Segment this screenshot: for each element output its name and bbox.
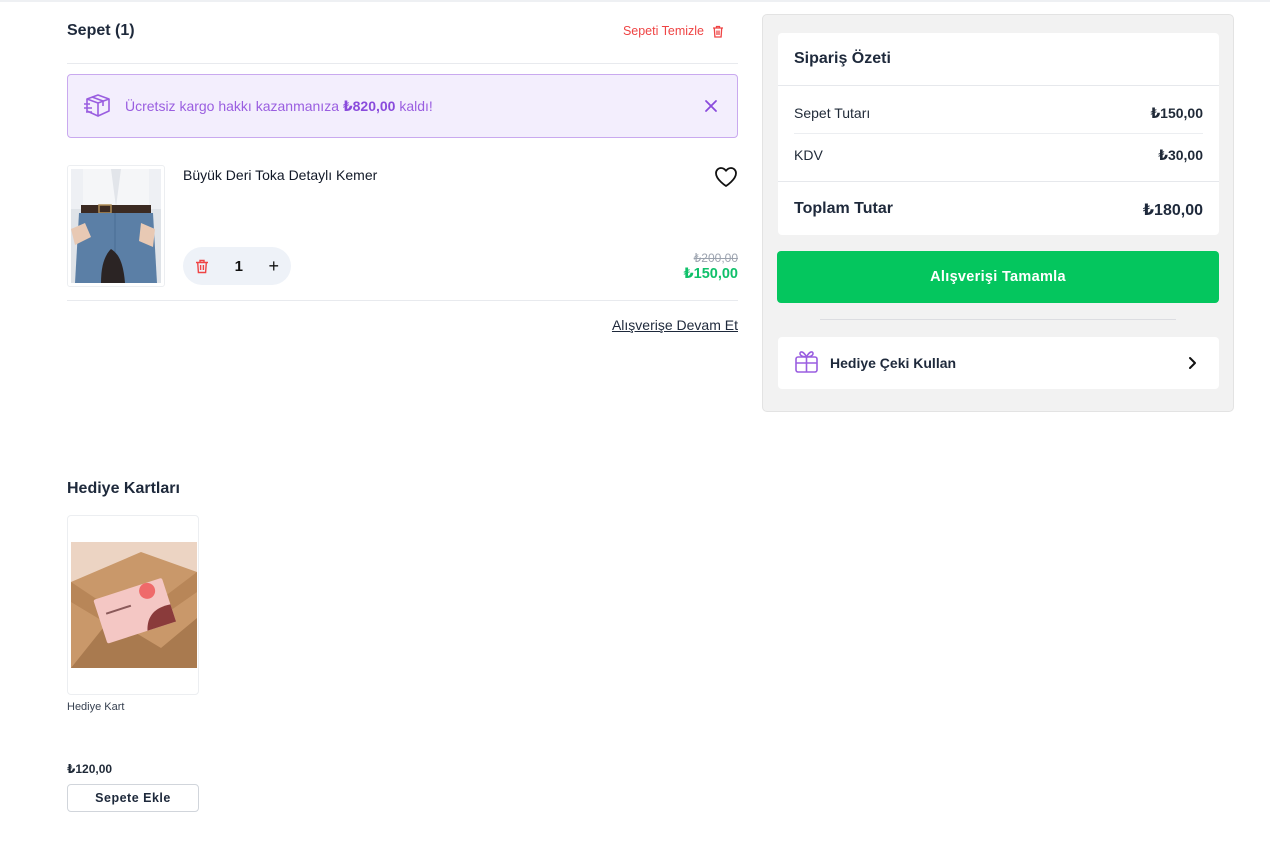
summary-row-tax: KDV ₺30,00: [794, 147, 1203, 164]
checkout-button[interactable]: Alışverişi Tamamla: [777, 251, 1219, 303]
gift-card-price: ₺120,00: [67, 762, 113, 776]
cart-header: Sepet (1) Sepeti Temizle: [67, 14, 738, 64]
close-icon[interactable]: [703, 98, 719, 114]
add-to-cart-button[interactable]: Sepete Ekle: [67, 784, 199, 812]
summary-row-label: KDV: [794, 147, 823, 163]
heart-icon[interactable]: [714, 166, 738, 188]
cart-section: Sepet (1) Sepeti Temizle Ücretsiz kargo …: [67, 14, 738, 301]
divider: [778, 181, 1219, 182]
summary-row-label: Sepet Tutarı: [794, 105, 871, 121]
product-price: ₺150,00: [683, 266, 738, 282]
gift-voucher-label: Hediye Çeki Kullan: [830, 355, 957, 371]
top-divider: [0, 0, 1270, 2]
trash-icon: [713, 25, 723, 38]
continue-shopping-link[interactable]: Alışverişe Devam Et: [612, 317, 738, 333]
order-summary-title: Sipariş Özeti: [794, 50, 891, 67]
gift-cards-title: Hediye Kartları: [67, 480, 180, 497]
shipping-remaining-amount: ₺820,00: [342, 98, 396, 114]
clear-cart-label: Sepeti Temizle: [622, 24, 704, 38]
divider: [778, 85, 1219, 86]
gift-card-image: [71, 542, 197, 668]
chevron-right-icon: [1189, 357, 1196, 369]
divider: [820, 319, 1176, 320]
product-photo: [71, 169, 161, 283]
product-image[interactable]: [67, 165, 165, 287]
summary-row-value: ₺150,00: [1150, 105, 1203, 121]
cart-item: Büyük Deri Toka Detaylı Kemer 1 + ₺200,0…: [67, 138, 738, 301]
product-old-price: ₺200,00: [693, 251, 738, 265]
free-shipping-banner: Ücretsiz kargo hakkı kazanmanıza ₺820,00…: [67, 74, 738, 138]
summary-total-label: Toplam Tutar: [794, 200, 893, 217]
quantity-increase-button[interactable]: +: [268, 257, 279, 275]
gift-icon: [795, 351, 818, 373]
use-gift-voucher-button[interactable]: Hediye Çeki Kullan: [778, 337, 1219, 389]
order-summary-panel: Sipariş Özeti Sepet Tutarı ₺150,00 KDV ₺…: [762, 14, 1234, 412]
gift-cards-section: Hediye Kartları Hediye Kart ₺120,00 Sepe…: [67, 480, 199, 812]
trash-icon[interactable]: [195, 259, 209, 274]
summary-row-subtotal: Sepet Tutarı ₺150,00: [794, 105, 1203, 122]
order-summary-box: Sipariş Özeti Sepet Tutarı ₺150,00 KDV ₺…: [778, 33, 1219, 235]
summary-total-value: ₺180,00: [1142, 202, 1203, 219]
summary-total-row: Toplam Tutar ₺180,00: [794, 200, 1203, 220]
quantity-stepper: 1 +: [183, 247, 291, 285]
shipping-prefix: Ücretsiz kargo hakkı kazanmanıza: [125, 98, 343, 114]
free-shipping-text: Ücretsiz kargo hakkı kazanmanıza ₺820,00…: [125, 98, 433, 115]
divider: [794, 133, 1203, 134]
cart-title: Sepet (1): [67, 22, 135, 39]
quantity-value[interactable]: 1: [235, 258, 243, 275]
clear-cart-button[interactable]: Sepeti Temizle: [623, 24, 724, 38]
gift-card-item[interactable]: [67, 515, 199, 695]
gift-card-name[interactable]: Hediye Kart: [67, 701, 124, 713]
product-name[interactable]: Büyük Deri Toka Detaylı Kemer: [183, 167, 377, 183]
shipping-suffix: kaldı!: [395, 98, 433, 114]
summary-row-value: ₺30,00: [1158, 147, 1203, 163]
shipping-box-icon: [84, 94, 110, 117]
